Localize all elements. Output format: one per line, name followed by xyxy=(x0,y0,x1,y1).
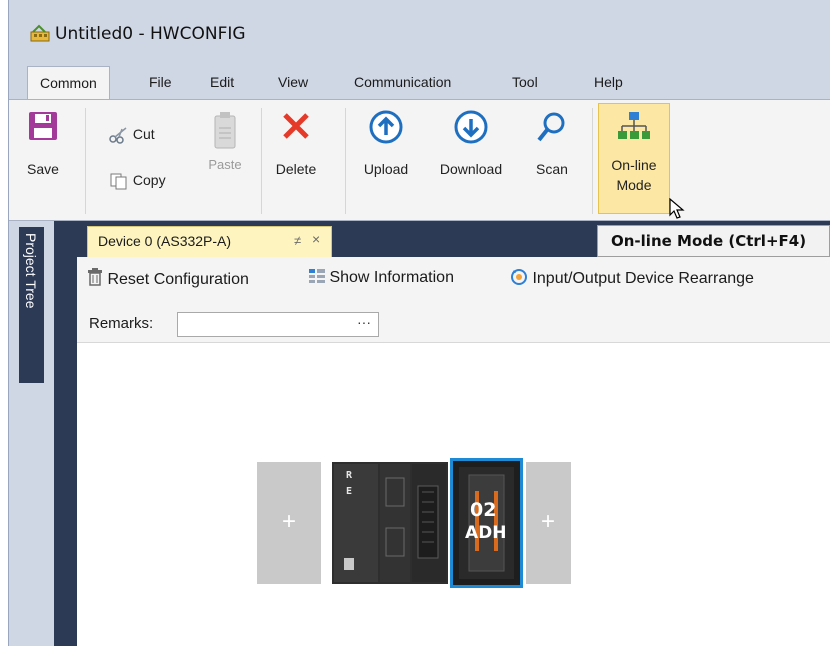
remarks-more-button[interactable]: ··· xyxy=(357,314,371,330)
remarks-label: Remarks: xyxy=(89,315,154,332)
cut-button[interactable]: Cut xyxy=(109,126,155,150)
device-tab-label: Device 0 (AS332P-A) xyxy=(98,233,232,249)
floppy-disk-icon xyxy=(29,112,57,140)
tab-edit[interactable]: Edit xyxy=(198,66,246,99)
ribbon-tab-bar: Common File Edit View Communication Tool… xyxy=(9,66,830,100)
io-device-rearrange-label: Input/Output Device Rearrange xyxy=(532,270,754,287)
module-number: 02 xyxy=(470,499,497,521)
info-grid-icon xyxy=(309,269,325,283)
circle-down-arrow-icon xyxy=(454,110,488,144)
show-information-label: Show Information xyxy=(329,269,454,286)
magnifier-icon xyxy=(537,112,565,142)
trash-icon xyxy=(88,268,102,286)
add-slot-icon: + xyxy=(282,508,297,535)
mouse-cursor-icon xyxy=(669,198,685,219)
online-mode-label-line1: On-line xyxy=(611,157,657,173)
remarks-input[interactable] xyxy=(177,312,379,337)
tab-communication[interactable]: Communication xyxy=(342,66,463,99)
copy-button[interactable]: Copy xyxy=(109,172,166,196)
cpu-led-label-r: R xyxy=(346,470,353,481)
ribbon-separator xyxy=(85,108,86,214)
scan-label: Scan xyxy=(536,161,568,177)
cut-label: Cut xyxy=(132,126,155,142)
left-sidebar: Project Tree xyxy=(9,221,77,646)
pin-icon[interactable]: ≠ xyxy=(294,233,301,248)
tab-file[interactable]: File xyxy=(137,66,184,99)
copy-icon xyxy=(110,173,127,190)
project-tree-label: Project Tree xyxy=(23,233,39,309)
download-button[interactable]: Download xyxy=(430,110,512,194)
ribbon-panel: Save Cut Copy Paste Delete Upload Downlo… xyxy=(9,99,830,221)
add-slot-icon: + xyxy=(541,508,556,535)
save-label: Save xyxy=(27,161,59,177)
io-device-rearrange-button[interactable]: Input/Output Device Rearrange xyxy=(510,268,754,288)
close-icon[interactable]: × xyxy=(312,231,320,247)
delete-button[interactable]: Delete xyxy=(267,110,325,194)
hwconfig-window: Untitled0 - HWCONFIG Common File Edit Vi… xyxy=(8,0,830,646)
ribbon-separator xyxy=(345,108,346,214)
tab-help[interactable]: Help xyxy=(582,66,635,99)
download-label: Download xyxy=(439,161,503,177)
project-tree-tab[interactable]: Project Tree xyxy=(19,227,44,383)
device-toolbar: Reset Configuration Show Information Inp… xyxy=(77,257,830,343)
upload-button[interactable]: Upload xyxy=(355,110,417,194)
online-mode-button[interactable]: On-line Mode xyxy=(598,103,670,214)
analog-module-adh[interactable]: 02 ADH xyxy=(450,458,523,588)
online-mode-label-line2: Mode xyxy=(616,177,652,193)
save-button[interactable]: Save xyxy=(19,110,67,194)
tab-view[interactable]: View xyxy=(266,66,320,99)
empty-slot-right[interactable]: + xyxy=(526,462,571,584)
scan-button[interactable]: Scan xyxy=(527,110,577,194)
hwconfig-app-icon xyxy=(30,24,50,42)
network-tree-icon xyxy=(618,112,650,139)
online-mode-tooltip: On-line Mode (Ctrl+F4) xyxy=(597,225,830,257)
upload-label: Upload xyxy=(363,161,409,177)
scissors-icon xyxy=(109,127,127,145)
copy-label: Copy xyxy=(132,172,166,188)
window-title: Untitled0 - HWCONFIG xyxy=(55,24,246,44)
clipboard-icon xyxy=(214,112,236,149)
reset-configuration-label: Reset Configuration xyxy=(107,271,249,288)
show-information-button[interactable]: Show Information xyxy=(309,268,454,287)
paste-button[interactable]: Paste xyxy=(201,110,249,194)
reset-configuration-button[interactable]: Reset Configuration xyxy=(87,268,249,289)
rearrange-gear-icon xyxy=(511,269,527,285)
title-bar: Untitled0 - HWCONFIG xyxy=(9,0,830,60)
paste-label: Paste xyxy=(208,157,242,172)
ribbon-separator xyxy=(592,108,593,214)
sidebar-rail xyxy=(54,221,77,646)
device-document-tab[interactable]: Device 0 (AS332P-A) ≠ × xyxy=(87,226,332,257)
empty-slot-left[interactable]: + xyxy=(257,462,321,584)
cpu-module[interactable]: R E xyxy=(332,462,448,584)
ribbon-separator xyxy=(261,108,262,214)
module-code: ADH xyxy=(465,523,507,543)
red-x-icon xyxy=(283,113,309,139)
cpu-led-label-e: E xyxy=(346,486,353,497)
tab-common[interactable]: Common xyxy=(27,66,110,100)
tab-tool[interactable]: Tool xyxy=(500,66,550,99)
circle-up-arrow-icon xyxy=(369,110,403,144)
delete-label: Delete xyxy=(275,161,317,177)
